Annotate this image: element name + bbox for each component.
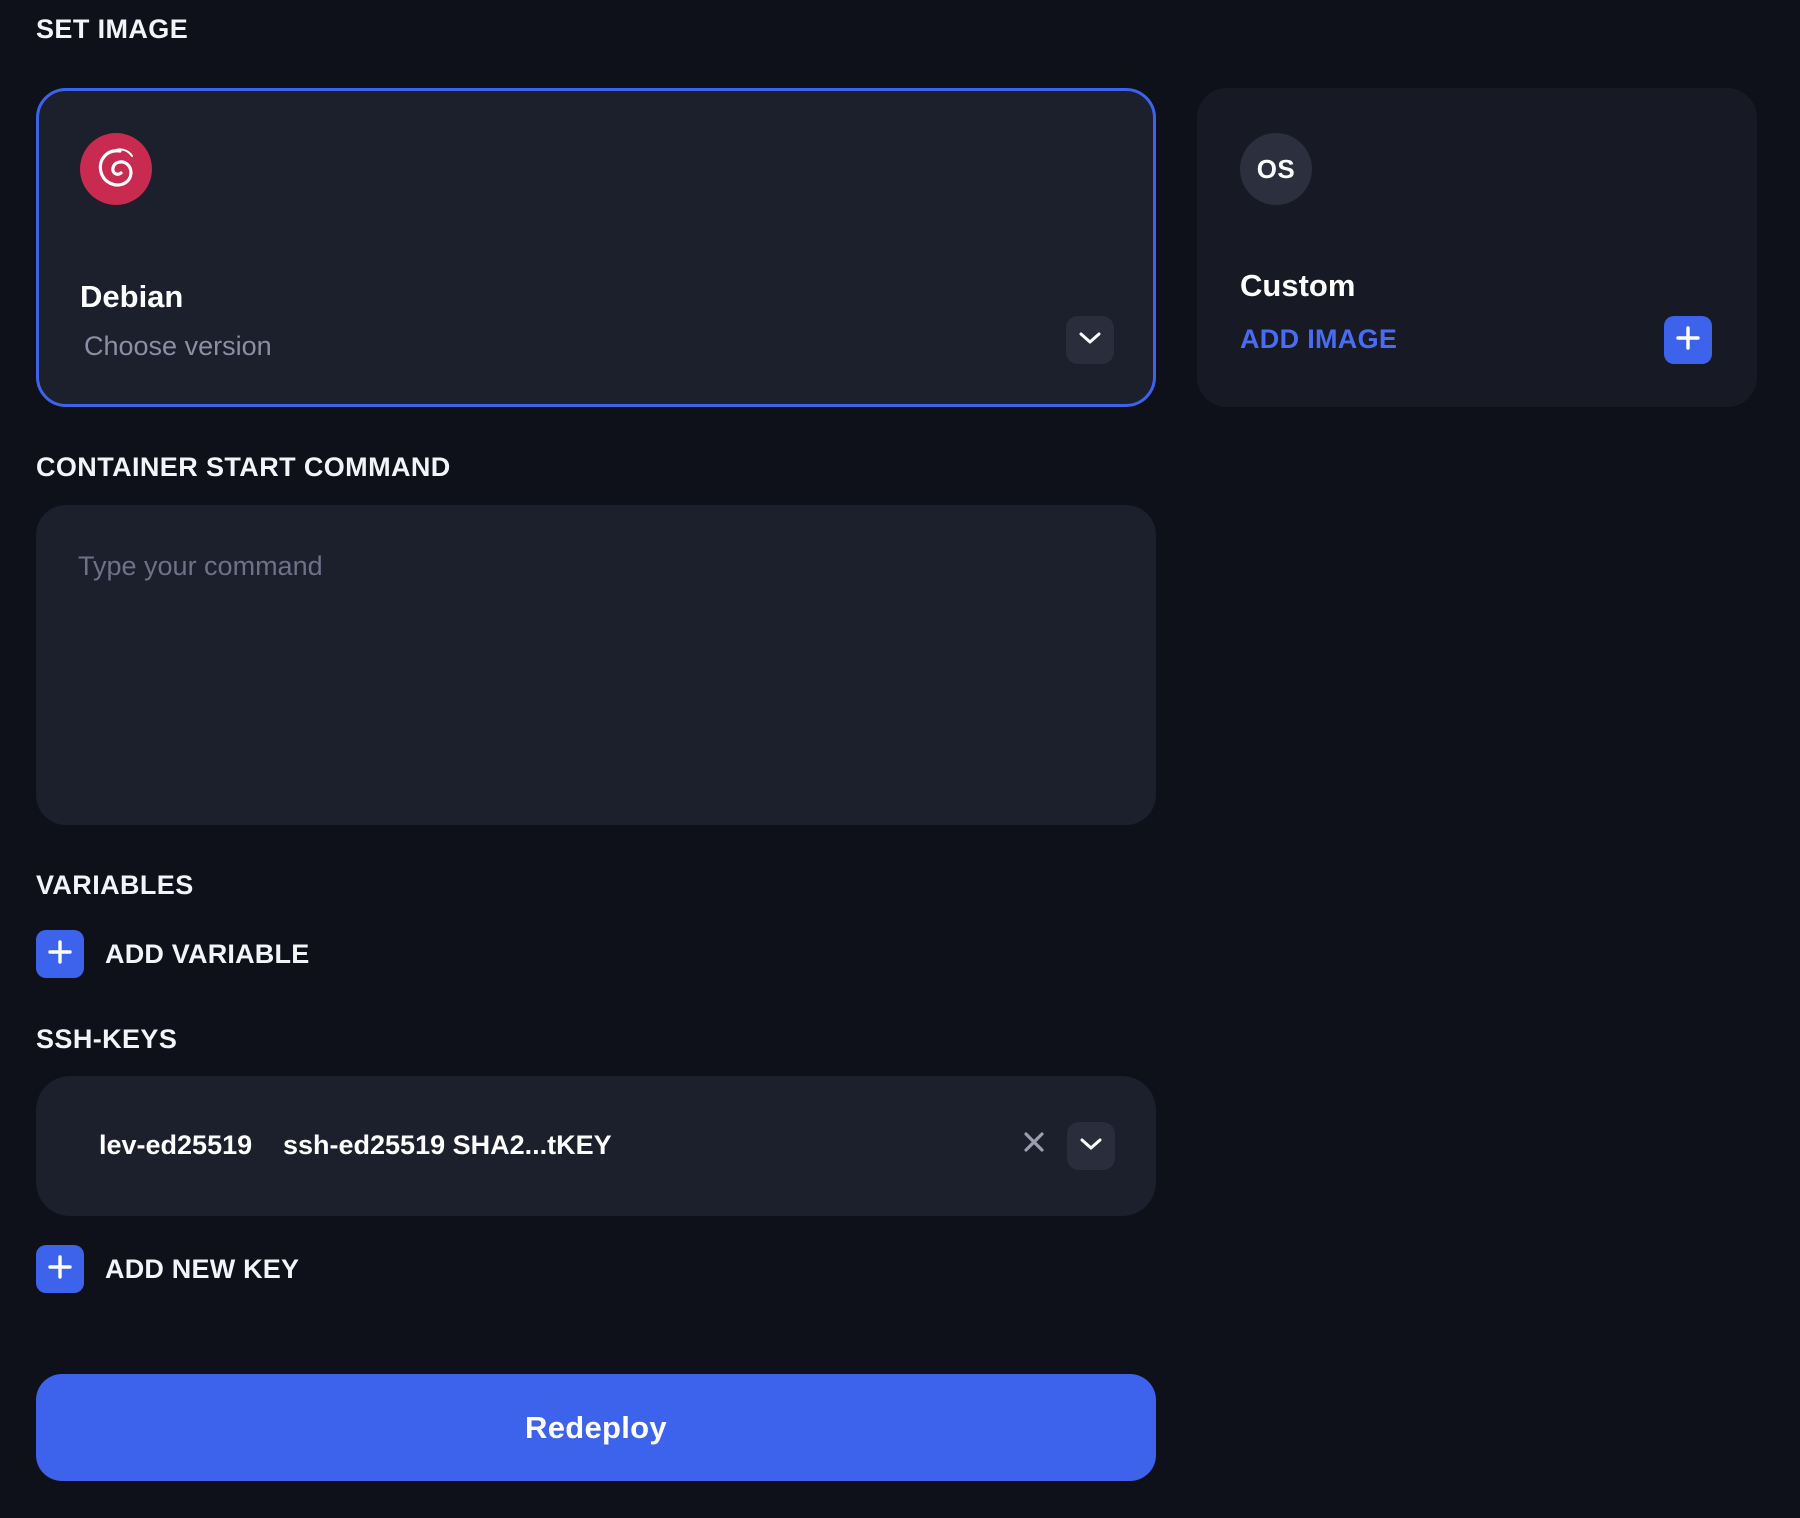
add-variable-button[interactable]: ADD VARIABLE [36,930,309,978]
os-badge: OS [1240,133,1312,205]
add-new-key-label[interactable]: ADD NEW KEY [105,1254,299,1285]
plus-icon [47,1254,73,1285]
ssh-key-dropdown-button[interactable] [1067,1122,1115,1170]
ssh-key-fingerprint: ssh-ed25519 SHA2...tKEY [283,1130,612,1160]
ssh-keys-heading: SSH-KEYS [36,1024,178,1054]
add-image-link[interactable]: ADD IMAGE [1240,324,1397,355]
chevron-down-icon [1078,330,1102,351]
version-dropdown-button[interactable] [1066,316,1114,364]
plus-icon [47,939,73,970]
close-icon [1023,1131,1045,1158]
remove-ssh-key-button[interactable] [1016,1126,1052,1162]
variables-heading: VARIABLES [36,870,194,900]
image-card-debian[interactable]: Debian Choose version [36,88,1156,407]
deploy-settings-page: SET IMAGE Debian Choose version OS Custo… [0,0,1800,1518]
add-new-key-plus[interactable] [36,1245,84,1293]
add-variable-plus[interactable] [36,930,84,978]
command-input[interactable] [36,505,1156,825]
version-select[interactable]: Choose version [84,331,272,362]
redeploy-button[interactable]: Redeploy [36,1374,1156,1481]
image-name: Debian [80,279,184,314]
add-variable-label[interactable]: ADD VARIABLE [105,939,309,970]
image-card-custom[interactable]: OS Custom ADD IMAGE [1197,88,1757,407]
debian-logo-icon [80,133,152,205]
chevron-down-icon [1079,1136,1103,1157]
set-image-heading: SET IMAGE [36,14,189,44]
add-new-key-button[interactable]: ADD NEW KEY [36,1245,299,1293]
plus-icon [1675,325,1701,356]
add-image-button[interactable] [1664,316,1712,364]
custom-image-name: Custom [1240,268,1356,303]
ssh-key-row[interactable]: lev-ed25519 ssh-ed25519 SHA2...tKEY [36,1076,1156,1216]
ssh-key-name: lev-ed25519 [99,1130,253,1160]
container-start-command-heading: CONTAINER START COMMAND [36,452,451,482]
